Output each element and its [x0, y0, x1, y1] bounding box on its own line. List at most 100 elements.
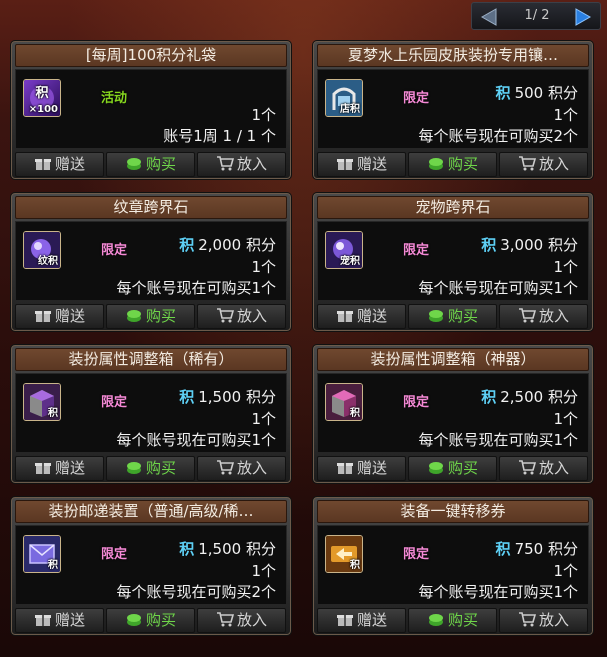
buy-button[interactable]: 购买 [106, 152, 195, 177]
item-body: 积 ×100 活动 1个 账号1周 1 / 1 个 [15, 69, 287, 149]
rare-box-icon[interactable]: 积 [23, 383, 61, 421]
price-unit: 积分 [547, 84, 578, 102]
emblem-stone-icon[interactable]: 纹积 [23, 231, 61, 269]
gift-label: 赠送 [356, 155, 387, 173]
price-unit: 积分 [547, 540, 578, 558]
price-value: 1,500 [198, 388, 242, 406]
cart-icon [216, 155, 234, 171]
buy-button[interactable]: 购买 [408, 608, 497, 633]
page-indicator: 1/ 2 [524, 8, 550, 23]
socket-arch-icon[interactable]: 店积 [325, 79, 363, 117]
price-unit: 积分 [245, 388, 276, 406]
next-page-button[interactable] [572, 7, 594, 27]
price-value: 3,000 [500, 236, 544, 254]
gift-button[interactable]: 赠送 [15, 456, 104, 481]
gift-icon [34, 307, 52, 323]
buy-label: 购买 [145, 611, 176, 629]
gift-button[interactable]: 赠送 [317, 456, 406, 481]
buy-button[interactable]: 购买 [106, 304, 195, 329]
gift-button[interactable]: 赠送 [15, 608, 104, 633]
price-value: 1,500 [198, 540, 242, 558]
add-to-cart-button[interactable]: 放入 [499, 304, 588, 329]
add-to-cart-button[interactable]: 放入 [197, 152, 286, 177]
shop-item-card: 装扮属性调整箱（稀有） 积 限定 积 1,500 积分 1个 每个账号现在可购买1… [10, 344, 292, 484]
buy-button[interactable]: 购买 [408, 304, 497, 329]
purchase-limit: 每个账号现在可购买2个 [418, 127, 578, 145]
gift-label: 赠送 [356, 459, 387, 477]
pet-stone-icon[interactable]: 宠积 [325, 231, 363, 269]
buy-button[interactable]: 购买 [106, 608, 195, 633]
buy-label: 购买 [447, 307, 478, 325]
arrow-left-icon [480, 8, 497, 26]
item-body: 店积 限定 积 500 积分 1个 每个账号现在可购买2个 [317, 69, 589, 149]
item-title: 装扮邮递装置（普通/高级/稀… [15, 500, 287, 523]
item-body: 积 限定 积 750 积分 1个 每个账号现在可购买1个 [317, 525, 589, 605]
item-quantity: 1个 [553, 410, 578, 428]
gift-icon [336, 611, 354, 627]
item-title: [每周]100积分礼袋 [15, 44, 287, 67]
icon-label: 积 [48, 560, 58, 571]
item-quantity: 1个 [251, 562, 276, 580]
item-body: 积 限定 积 1,500 积分 1个 每个账号现在可购买2个 [15, 525, 287, 605]
buy-label: 购买 [447, 611, 478, 629]
add-to-cart-button[interactable]: 放入 [197, 304, 286, 329]
cart-icon [518, 307, 536, 323]
gift-button[interactable]: 赠送 [15, 304, 104, 329]
gift-button[interactable]: 赠送 [15, 152, 104, 177]
item-body: 积 限定 积 2,500 积分 1个 每个账号现在可购买1个 [317, 373, 589, 453]
points-bag-icon[interactable]: 积 ×100 [23, 79, 61, 117]
price-unit: 积分 [245, 236, 276, 254]
cart-label: 放入 [538, 459, 569, 477]
add-to-cart-button[interactable]: 放入 [197, 608, 286, 633]
icon-points-glyph: 积 [35, 86, 49, 101]
gift-label: 赠送 [54, 307, 85, 325]
cart-label: 放入 [236, 459, 267, 477]
transfer-ticket-icon[interactable]: 积 [325, 535, 363, 573]
buy-button[interactable]: 购买 [408, 152, 497, 177]
price: 积 1,500 积分 [179, 538, 276, 559]
cart-icon [518, 155, 536, 171]
item-quantity: 1个 [251, 258, 276, 276]
points-icon: 积 [179, 540, 195, 558]
shop-item-card: 纹章跨界石 纹积 限定 积 2,000 积分 1个 每个账号现在可购买1个 赠送 … [10, 192, 292, 332]
gift-button[interactable]: 赠送 [317, 304, 406, 329]
add-to-cart-button[interactable]: 放入 [197, 456, 286, 481]
coin-stack-icon [125, 459, 143, 475]
shop-item-card: 宠物跨界石 宠积 限定 积 3,000 积分 1个 每个账号现在可购买1个 赠送 … [312, 192, 594, 332]
price-unit: 积分 [547, 388, 578, 406]
cart-label: 放入 [236, 611, 267, 629]
buy-label: 购买 [447, 155, 478, 173]
prev-page-button[interactable] [478, 7, 500, 27]
gift-button[interactable]: 赠送 [317, 152, 406, 177]
icon-label: 纹积 [38, 256, 58, 267]
item-body: 积 限定 积 1,500 积分 1个 每个账号现在可购买1个 [15, 373, 287, 453]
limited-tag: 限定 [101, 547, 128, 562]
buy-button[interactable]: 购买 [408, 456, 497, 481]
gift-icon [34, 611, 52, 627]
item-title: 装扮属性调整箱（神器） [317, 348, 589, 371]
gift-label: 赠送 [54, 459, 85, 477]
buy-button[interactable]: 购买 [106, 456, 195, 481]
cart-icon [518, 611, 536, 627]
item-quantity: 1个 [251, 410, 276, 428]
gift-label: 赠送 [54, 155, 85, 173]
gift-button[interactable]: 赠送 [317, 608, 406, 633]
points-icon: 积 [481, 388, 497, 406]
add-to-cart-button[interactable]: 放入 [499, 152, 588, 177]
price-unit: 积分 [245, 540, 276, 558]
action-buttons: 赠送 购买 放入 [15, 304, 287, 329]
item-quantity: 1个 [251, 106, 276, 124]
add-to-cart-button[interactable]: 放入 [499, 608, 588, 633]
mail-device-icon[interactable]: 积 [23, 535, 61, 573]
points-icon: 积 [495, 540, 511, 558]
action-buttons: 赠送 购买 放入 [317, 608, 589, 633]
cart-label: 放入 [538, 307, 569, 325]
item-quantity: 1个 [553, 258, 578, 276]
item-quantity: 1个 [553, 106, 578, 124]
artifact-box-icon[interactable]: 积 [325, 383, 363, 421]
add-to-cart-button[interactable]: 放入 [499, 456, 588, 481]
item-title: 装备一键转移券 [317, 500, 589, 523]
item-title: 装扮属性调整箱（稀有） [15, 348, 287, 371]
gift-label: 赠送 [356, 307, 387, 325]
buy-label: 购买 [145, 307, 176, 325]
